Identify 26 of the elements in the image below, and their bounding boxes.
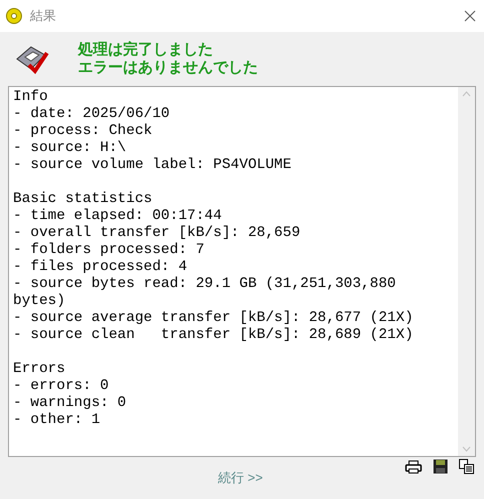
log-line: - source average transfer [kB/s]: 28,677 (21X)	[13, 310, 414, 327]
disc-icon	[6, 8, 22, 24]
status-message: エラーはありませんでした	[78, 59, 258, 77]
log-line: - time elapsed: 00:17:44	[13, 208, 223, 225]
close-icon[interactable]	[464, 10, 476, 22]
printer-icon[interactable]	[405, 460, 422, 474]
continue-link[interactable]: 続行 >>	[218, 468, 263, 488]
log-line: - errors: 0	[13, 378, 110, 395]
status-message: 処理は完了しました	[78, 41, 214, 59]
log-line: - folders processed: 7	[13, 242, 206, 259]
log-line: - source: H:\	[13, 140, 128, 157]
log-line: - source clean transfer [kB/s]: 28,689 (21X)	[13, 327, 414, 344]
log-line: - other: 1	[13, 412, 102, 429]
log-line: - warnings: 0	[13, 395, 128, 412]
log-heading: Errors	[13, 361, 66, 378]
log-line: - process: Check	[13, 123, 154, 140]
log-line: - date: 2025/06/10	[13, 106, 171, 123]
log-line: - overall transfer [kB/s]: 28,659	[13, 225, 302, 242]
log-line: - files processed: 4	[13, 259, 188, 276]
log-heading: Basic statistics	[13, 191, 154, 208]
window-title: 結果	[30, 7, 56, 26]
copy-icon[interactable]	[459, 459, 474, 474]
log-line: - source bytes read: 29.1 GB (31,251,303,880 bytes)	[13, 276, 397, 310]
log-line: - source volume label: PS4VOLUME	[13, 157, 292, 174]
log-heading: Info	[13, 89, 49, 106]
save-icon[interactable]	[433, 459, 448, 474]
